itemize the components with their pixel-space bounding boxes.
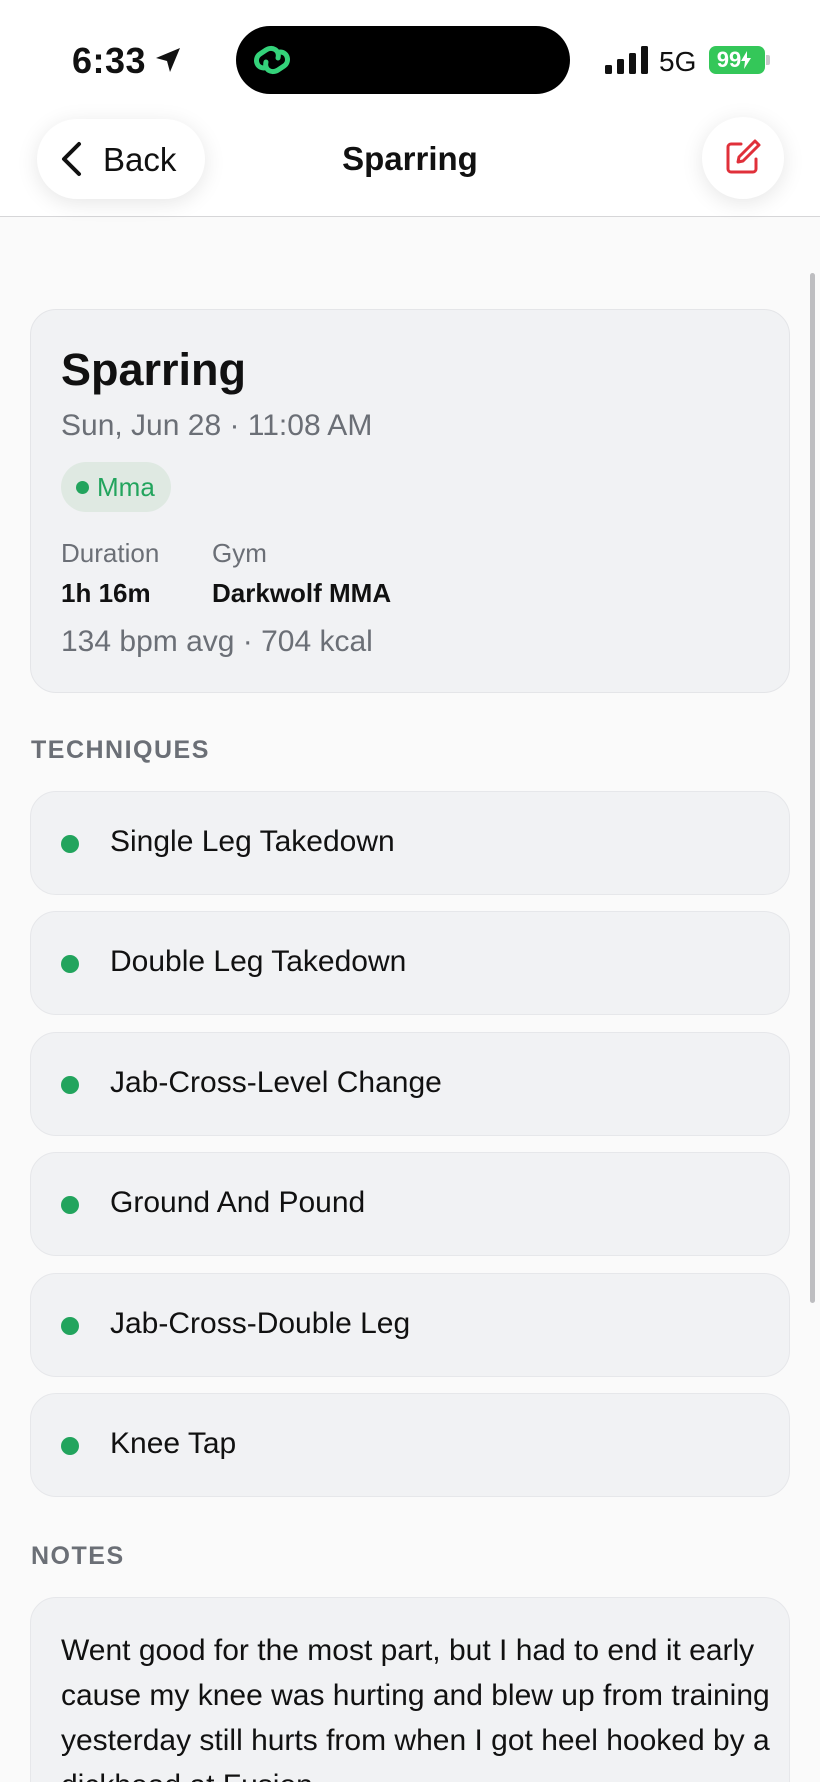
status-bar: 6:33 5G 99 — [0, 0, 820, 110]
technique-row[interactable]: Ground And Pound — [30, 1152, 790, 1256]
technique-label: Jab-Cross-Level Change — [110, 1066, 442, 1099]
technique-row[interactable]: Single Leg Takedown — [30, 791, 790, 895]
app-link-icon — [254, 45, 290, 75]
type-dot-icon — [76, 480, 89, 494]
notes-text: Went good for the most part, but I had t… — [61, 1634, 770, 1782]
duration-label: Duration — [61, 538, 160, 568]
notes-header: NOTES — [31, 1542, 125, 1570]
bullet-dot-icon — [61, 1317, 79, 1335]
scrollbar[interactable] — [810, 273, 815, 1303]
techniques-header: TECHNIQUES — [31, 736, 210, 764]
gym-label: Gym — [212, 538, 267, 568]
bullet-dot-icon — [61, 835, 79, 853]
technique-label: Single Leg Takedown — [110, 825, 395, 858]
nav-title: Sparring — [342, 140, 478, 177]
status-time: 6:33 — [72, 40, 147, 81]
signal-bars-icon — [605, 46, 648, 74]
bullet-dot-icon — [61, 955, 79, 973]
session-title: Sparring — [61, 344, 247, 395]
technique-row[interactable]: Jab-Cross-Level Change — [30, 1032, 790, 1136]
network-type: 5G — [659, 46, 697, 77]
technique-label: Double Leg Takedown — [110, 945, 407, 978]
battery-level: 99 — [716, 47, 742, 72]
session-type-badge: Mma — [61, 462, 171, 512]
technique-label: Ground And Pound — [110, 1186, 366, 1219]
technique-row[interactable]: Jab-Cross-Double Leg — [30, 1273, 790, 1377]
bolt-icon — [741, 51, 752, 69]
battery-nub — [766, 55, 770, 65]
bullet-dot-icon — [61, 1437, 79, 1455]
bullet-dot-icon — [61, 1196, 79, 1214]
bullet-dot-icon — [61, 1076, 79, 1094]
technique-row[interactable]: Knee Tap — [30, 1393, 790, 1497]
technique-label: Knee Tap — [110, 1427, 237, 1460]
duration-value: 1h 16m — [61, 578, 151, 608]
technique-row[interactable]: Double Leg Takedown — [30, 911, 790, 1015]
gym-value: Darkwolf MMA — [212, 578, 392, 608]
session-datetime: Sun, Jun 28 · 11:08 AM — [61, 409, 373, 442]
session-metrics: 134 bpm avg · 704 kcal — [61, 625, 373, 658]
technique-label: Jab-Cross-Double Leg — [110, 1307, 411, 1340]
session-type-label: Mma — [97, 471, 155, 502]
battery-charging-icon: 99 — [709, 46, 765, 74]
notes-card: Went good for the most part, but I had t… — [30, 1597, 790, 1782]
edit-button[interactable] — [702, 117, 784, 199]
session-summary-card: Sparring Sun, Jun 28 · 11:08 AM Mma Dura… — [30, 309, 790, 693]
nav-bar: Back Sparring — [0, 110, 820, 217]
location-arrow-icon — [156, 48, 180, 72]
edit-icon — [726, 139, 761, 174]
